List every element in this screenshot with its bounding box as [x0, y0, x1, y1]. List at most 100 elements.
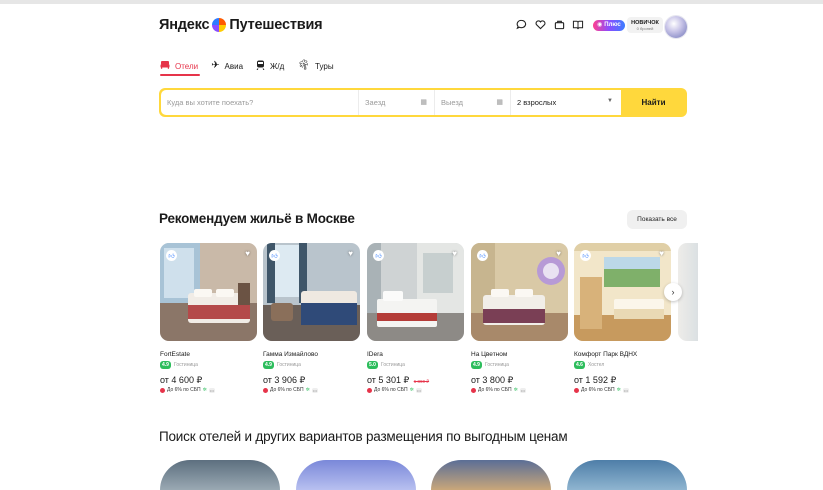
hotel-card[interactable]: 👍︎ ♥ На Цветном 4.9 Гостиница от 3 800 ₽…: [471, 243, 568, 393]
hotel-meta: 5.0 Гостиница: [367, 361, 464, 369]
recommended-icon: 👍︎: [166, 250, 177, 261]
cashback-text: До 6% по СБП: [374, 387, 408, 393]
cashback-icon: [471, 387, 476, 393]
sbp-icon: ✲: [305, 387, 310, 393]
palm-icon: 🌴︎: [297, 60, 311, 71]
more-icon: •••: [208, 387, 215, 393]
tab-label: Отели: [175, 61, 199, 71]
hotel-name: FortEstate: [160, 351, 190, 358]
hotel-type: Гостиница: [173, 362, 198, 368]
status-subtitle: 0 броней: [636, 25, 654, 31]
guests-select[interactable]: 2 взрослых ▼: [511, 90, 621, 115]
hotel-photo[interactable]: 👍︎ ♥: [367, 243, 464, 341]
recommended-icon: 👍︎: [373, 250, 384, 261]
section-title: Рекомендуем жильё в Москве: [159, 211, 355, 226]
hotel-meta: 4.6 Хостел: [574, 361, 671, 369]
hotel-name: Гамма Измайлово: [263, 351, 318, 358]
hotel-name: Комфорт Парк ВДНХ: [574, 351, 638, 358]
book-icon[interactable]: [572, 18, 584, 30]
more-icon: •••: [415, 387, 422, 393]
train-icon: [256, 60, 265, 73]
bag-icon[interactable]: [553, 18, 565, 30]
tab-label: Авиа: [224, 61, 244, 71]
old-price: 6 890 ₽: [413, 379, 430, 384]
favorite-heart-icon[interactable]: ♥: [556, 249, 561, 258]
recommended-icon: 👍︎: [477, 250, 488, 261]
cashback-icon: [263, 387, 268, 393]
hotel-type: Гостиница: [380, 362, 405, 368]
recommended-icon: 👍︎: [269, 250, 280, 261]
hotel-photo[interactable]: 👍︎ ♥: [160, 243, 257, 341]
hotel-meta: 4.9 Гостиница: [160, 361, 257, 369]
destination-input[interactable]: Куда вы хотите поехать?: [161, 90, 359, 115]
checkin-field[interactable]: Заезд ▦: [359, 90, 435, 115]
hotel-card[interactable]: 👍︎ ♥ IDera 5.0 Гостиница от 5 301 ₽ 6 89…: [367, 243, 464, 393]
hotel-price: от 1 592 ₽: [574, 375, 617, 385]
tab-label: Ж/д: [270, 61, 285, 71]
hotel-price: от 3 800 ₽: [471, 375, 514, 385]
service-tabs: Отели ✈ Авиа Ж/д 🌴︎ Туры: [160, 59, 347, 73]
more-icon: •••: [519, 387, 526, 393]
hotel-meta: 4.9 Гостиница: [263, 361, 360, 369]
plus-badge[interactable]: ◉ Плюс: [593, 20, 625, 31]
cashback-text: До 6% по СБП: [270, 387, 304, 393]
heart-icon[interactable]: [534, 18, 546, 30]
tab-hotels[interactable]: Отели: [160, 59, 198, 73]
destination-card[interactable]: [567, 460, 687, 490]
hotel-type: Гостиница: [484, 362, 509, 368]
rating-badge: 5.0: [367, 361, 378, 369]
chat-icon[interactable]: [515, 18, 527, 30]
tab-avia[interactable]: ✈ Авиа: [211, 59, 243, 73]
cashback-line: До 6% по СБП ✲ •••: [367, 387, 464, 393]
favorite-heart-icon[interactable]: ♥: [245, 249, 250, 258]
favorite-heart-icon[interactable]: ♥: [348, 249, 353, 258]
yandex-travel-logo[interactable]: Яндекс Путешествия: [159, 17, 323, 33]
hotel-card[interactable]: 👍︎ ♥ Комфорт Парк ВДНХ 4.6 Хостел от 1 5…: [574, 243, 671, 393]
favorite-heart-icon[interactable]: ♥: [452, 249, 457, 258]
checkout-placeholder: Выезд: [441, 98, 464, 107]
destination-card[interactable]: [160, 460, 280, 490]
destination-card[interactable]: [431, 460, 551, 490]
current-price: от 5 301 ₽: [367, 375, 410, 385]
plane-icon: ✈: [211, 60, 220, 71]
sbp-icon: ✲: [513, 387, 518, 393]
cashback-icon: [160, 387, 165, 393]
avatar[interactable]: [665, 16, 687, 38]
hotel-photo[interactable]: 👍︎ ♥: [574, 243, 671, 341]
find-button[interactable]: Найти: [622, 90, 685, 115]
plus-label: Плюс: [604, 22, 621, 28]
active-tab-indicator: [160, 74, 200, 76]
chevron-down-icon: ▼: [607, 98, 613, 104]
hotel-type: Хостел: [587, 362, 605, 368]
hotel-card[interactable]: 👍︎ ♥ Гамма Измайлово 4.9 Гостиница от 3 …: [263, 243, 360, 393]
hotel-photo[interactable]: 👍︎ ♥: [471, 243, 568, 341]
tab-tours[interactable]: 🌴︎ Туры: [297, 59, 333, 73]
checkin-placeholder: Заезд: [365, 98, 386, 107]
calendar-icon: ▦: [420, 99, 427, 106]
hotel-photo[interactable]: 👍︎ ♥: [263, 243, 360, 341]
tab-trains[interactable]: Ж/д: [256, 59, 284, 73]
cashback-icon: [574, 387, 579, 393]
hotel-card[interactable]: 👍︎ ♥ FortEstate 4.9 Гостиница от 4 600 ₽…: [160, 243, 257, 393]
tab-label: Туры: [315, 61, 334, 71]
show-all-button[interactable]: Показать все: [627, 210, 687, 229]
destination-card[interactable]: [296, 460, 416, 490]
search-section-title: Поиск отелей и других вариантов размещен…: [159, 429, 568, 444]
checkout-field[interactable]: Выезд ▦: [435, 90, 511, 115]
user-status-badge[interactable]: НОВИЧОК 0 броней: [627, 17, 663, 33]
cashback-text: До 6% по СБП: [478, 387, 512, 393]
rating-badge: 4.6: [574, 361, 585, 369]
more-icon: •••: [311, 387, 318, 393]
favorite-heart-icon[interactable]: ♥: [659, 249, 664, 258]
plus-icon: ◉: [597, 22, 603, 28]
recommended-icon: 👍︎: [580, 250, 591, 261]
cashback-icon: [367, 387, 372, 393]
cashback-line: До 6% по СБП ✲ •••: [574, 387, 671, 393]
cashback-line: До 6% по СБП ✲ •••: [160, 387, 257, 393]
carousel-next-button[interactable]: ›: [664, 283, 682, 301]
hotel-name: На Цветном: [471, 351, 508, 358]
guests-value: 2 взрослых: [517, 98, 557, 107]
hotel-price: от 5 301 ₽ 6 890 ₽: [367, 375, 464, 386]
logo-icon: [212, 18, 227, 32]
header-icons: [515, 18, 584, 30]
